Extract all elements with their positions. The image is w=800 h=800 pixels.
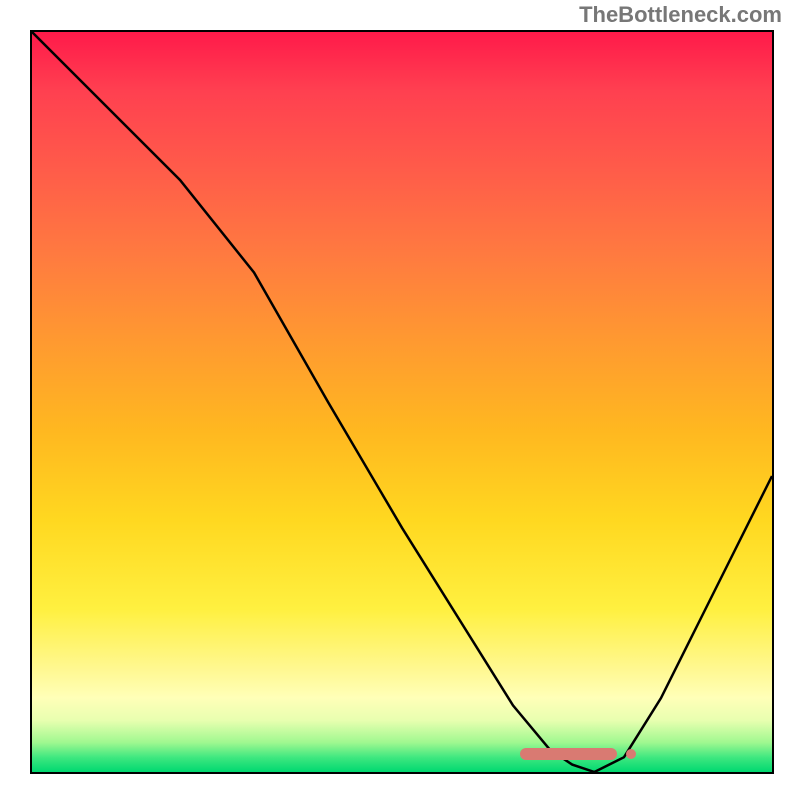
chart-container: TheBottleneck.com bbox=[0, 0, 800, 800]
curve-svg bbox=[32, 32, 772, 772]
marker-dot bbox=[626, 749, 636, 759]
curve-path bbox=[32, 32, 772, 772]
plot-area bbox=[30, 30, 774, 774]
marker-band bbox=[520, 748, 616, 760]
watermark-text: TheBottleneck.com bbox=[579, 2, 782, 28]
